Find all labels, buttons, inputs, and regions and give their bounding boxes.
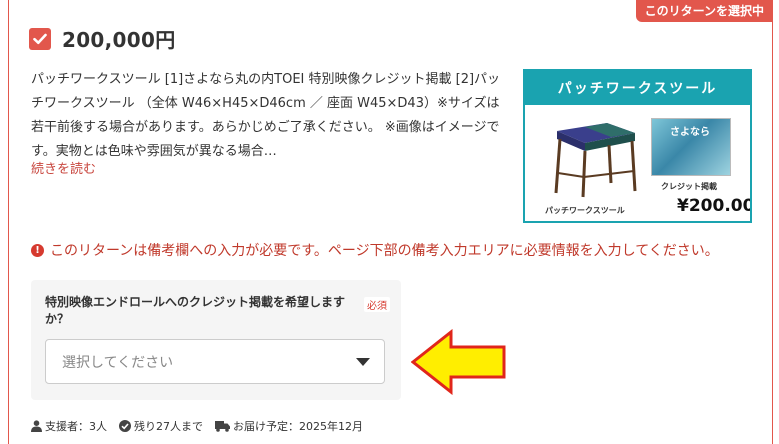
alert-icon: ! (31, 243, 44, 257)
price-row: 200,000円 (29, 24, 176, 53)
required-notice: ! このリターンは備考欄への入力が必要です。ページ下部の備考入力エリアに必要情報… (31, 240, 719, 260)
thumbnail-caption-stool: パッチワークスツール (545, 206, 625, 215)
question-box: 特別映像エンドロールへのクレジット掲載を希望しますか？ 必須 選択してください (31, 280, 401, 400)
caret-down-icon (356, 358, 370, 366)
thumbnail-price: ¥200.000 (677, 196, 750, 216)
remaining-info: 残り27人まで (119, 418, 203, 434)
poster-image: さよなら (651, 118, 731, 176)
reward-description: パッチワークスツール [1]さよなら丸の内TOEI 特別映像クレジット掲載 [2… (31, 72, 501, 159)
reward-checkbox[interactable] (29, 27, 51, 50)
required-badge: 必須 (364, 297, 390, 312)
check-circle-icon (119, 420, 131, 432)
reward-thumbnail: パッチワークスツール さよなら クレジット掲載 パッチワークスツール ¥200.… (523, 69, 752, 223)
thumbnail-caption-credit: クレジット掲載 (661, 182, 717, 191)
pointer-arrow-icon (411, 329, 506, 395)
backers-info: 支援者：3人 (31, 418, 107, 434)
question-label: 特別映像エンドロールへのクレジット掲載を希望しますか？ (45, 295, 346, 326)
delivery-date: お届け予定：2025年12月 (233, 420, 363, 433)
person-icon (31, 420, 42, 432)
reward-price: 200,000円 (62, 28, 176, 52)
reward-card[interactable]: このリターンを選択中 200,000円 パッチワークスツール [1]さよなら丸の… (8, 0, 773, 444)
delivery-info: お届け予定：2025年12月 (215, 418, 363, 434)
credit-select[interactable]: 選択してください (45, 339, 385, 384)
stool-illustration (554, 123, 637, 198)
poster-text: さよなら (670, 127, 710, 138)
backers-count: 支援者：3人 (45, 420, 107, 433)
check-icon (33, 33, 47, 44)
read-more-link[interactable]: 続きを読む (31, 158, 96, 177)
notice-text: このリターンは備考欄への入力が必要です。ページ下部の備考入力エリアに必要情報を入… (50, 243, 719, 259)
select-placeholder: 選択してください (62, 354, 174, 371)
truck-icon (215, 420, 230, 432)
thumbnail-title: パッチワークスツール (525, 71, 750, 105)
remaining-count: 残り27人まで (134, 420, 203, 433)
selected-badge: このリターンを選択中 (635, 0, 772, 22)
reward-footer: 支援者：3人 残り27人まで お届け予定：2025年12月 (31, 418, 375, 434)
